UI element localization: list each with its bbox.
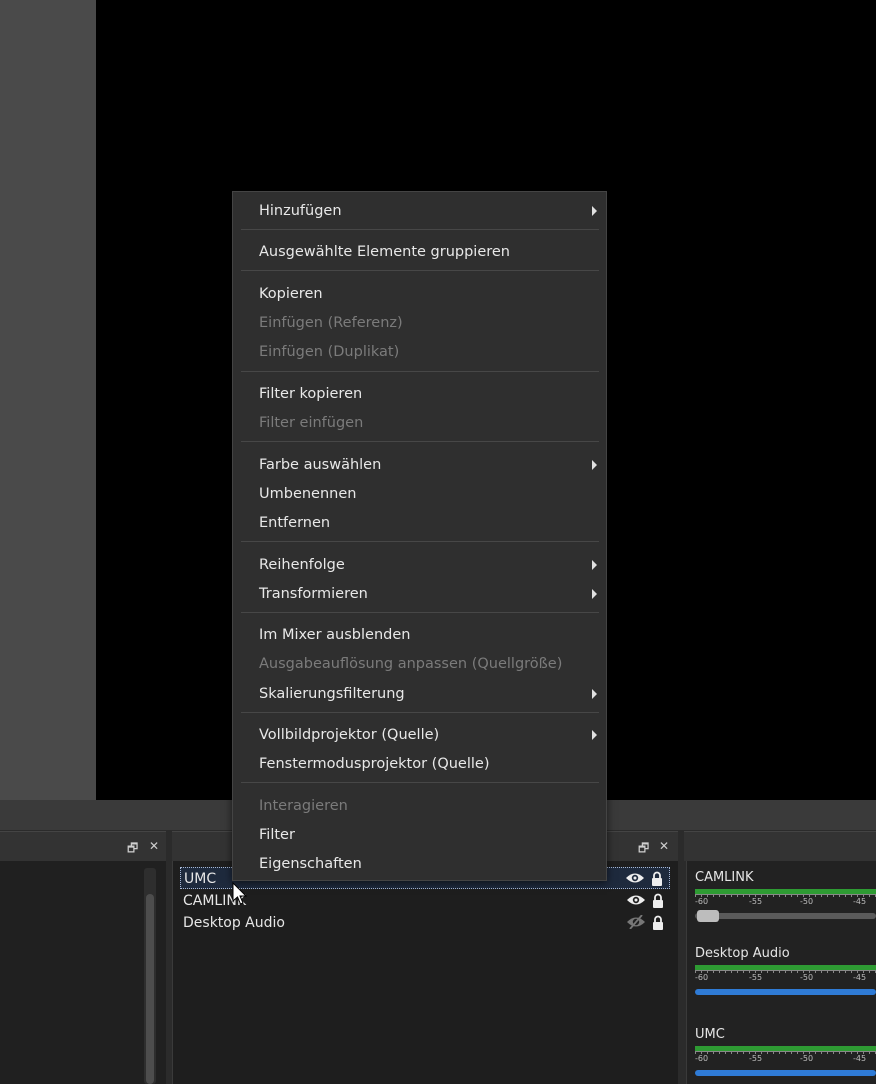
scenes-dock-close-icon[interactable]: ✕ (149, 839, 159, 853)
menu-separator (241, 371, 599, 372)
scenes-scrollbar[interactable] (144, 868, 156, 1084)
mouse-cursor-icon (232, 882, 248, 905)
meter-scale: -60 -55 -50 -45 (695, 970, 876, 984)
menu-separator (241, 229, 599, 230)
eye-icon[interactable] (626, 893, 646, 907)
menu-separator (241, 441, 599, 442)
submenu-arrow-icon (592, 589, 597, 599)
lock-icon[interactable] (652, 893, 664, 908)
menu-separator (241, 541, 599, 542)
submenu-arrow-icon (592, 460, 597, 470)
lock-icon[interactable] (652, 915, 664, 930)
volume-fader[interactable] (695, 989, 876, 995)
meter-scale: -60 -55 -50 -45 (695, 894, 876, 908)
mixer-channel-name: CAMLINK (695, 870, 754, 885)
left-panel-strip (0, 0, 96, 800)
menu-item-group-selected[interactable]: Ausgewählte Elemente gruppieren (259, 239, 589, 265)
lock-icon[interactable] (651, 871, 663, 886)
mixer-channel-desktop-audio: Desktop Audio -60 -55 -50 -45 (695, 946, 876, 995)
menu-item-paste-filters: Filter einfügen (259, 415, 364, 431)
scenes-dock-float-icon[interactable]: 🗗 (127, 839, 138, 860)
sources-dock-float-icon[interactable]: 🗗 (638, 839, 649, 860)
menu-item-scale-filtering[interactable]: Skalierungsfilterung (259, 681, 597, 707)
sources-dock-close-icon[interactable]: ✕ (659, 839, 669, 853)
menu-item-remove[interactable]: Entfernen (259, 510, 589, 536)
source-name: UMC (184, 871, 217, 887)
mixer-channel-camlink: CAMLINK -60 -55 -50 -45 (695, 870, 876, 922)
meter-scale: -60 -55 -50 -45 (695, 1051, 876, 1065)
menu-separator (241, 270, 599, 271)
eye-icon[interactable] (625, 871, 645, 885)
submenu-arrow-icon (592, 730, 597, 740)
menu-item-filters[interactable]: Filter (259, 822, 589, 848)
menu-item-properties[interactable]: Eigenschaften (259, 851, 589, 877)
menu-separator (241, 612, 599, 613)
volume-fader[interactable] (695, 910, 876, 922)
menu-item-rename[interactable]: Umbenennen (259, 481, 589, 507)
volume-fader[interactable] (695, 1070, 876, 1076)
mixer-dock-header (684, 831, 876, 861)
scenes-scrollbar-thumb[interactable] (146, 894, 154, 1084)
menu-item-transform[interactable]: Transformieren (259, 581, 597, 607)
mixer-channel-name: UMC (695, 1027, 725, 1042)
source-row-camlink[interactable]: CAMLINK (180, 890, 670, 912)
mixer-channel-umc: UMC -60 -55 -50 -45 (695, 1027, 876, 1076)
menu-item-select-color[interactable]: Farbe auswählen (259, 452, 597, 478)
menu-item-copy[interactable]: Kopieren (259, 281, 589, 307)
volume-fader-knob[interactable] (697, 910, 719, 922)
source-context-menu: Hinzufügen Ausgewählte Elemente gruppier… (232, 191, 607, 881)
submenu-arrow-icon (592, 560, 597, 570)
source-row-desktop-audio[interactable]: Desktop Audio (180, 912, 670, 934)
mixer-channel-name: Desktop Audio (695, 946, 790, 961)
menu-item-copy-filters[interactable]: Filter kopieren (259, 381, 589, 407)
scenes-dock-header: 🗗 ✕ (0, 831, 166, 861)
menu-item-windowed-projector[interactable]: Fenstermodusprojektor (Quelle) (259, 751, 589, 777)
submenu-arrow-icon (592, 689, 597, 699)
menu-item-resize-output: Ausgabeauflösung anpassen (Quellgröße) (259, 656, 563, 672)
menu-item-paste-reference: Einfügen (Referenz) (259, 315, 403, 331)
menu-separator (241, 782, 599, 783)
menu-item-paste-duplicate: Einfügen (Duplikat) (259, 344, 400, 360)
menu-separator (241, 712, 599, 713)
menu-item-order[interactable]: Reihenfolge (259, 552, 597, 578)
menu-item-hide-in-mixer[interactable]: Im Mixer ausblenden (259, 622, 589, 648)
menu-item-add[interactable]: Hinzufügen (259, 198, 597, 224)
eye-hidden-icon[interactable] (626, 915, 646, 929)
source-name: Desktop Audio (183, 915, 285, 931)
submenu-arrow-icon (592, 206, 597, 216)
menu-item-interact: Interagieren (259, 798, 348, 814)
menu-item-fullscreen-projector[interactable]: Vollbildprojektor (Quelle) (259, 722, 597, 748)
scenes-dock (0, 861, 166, 1084)
